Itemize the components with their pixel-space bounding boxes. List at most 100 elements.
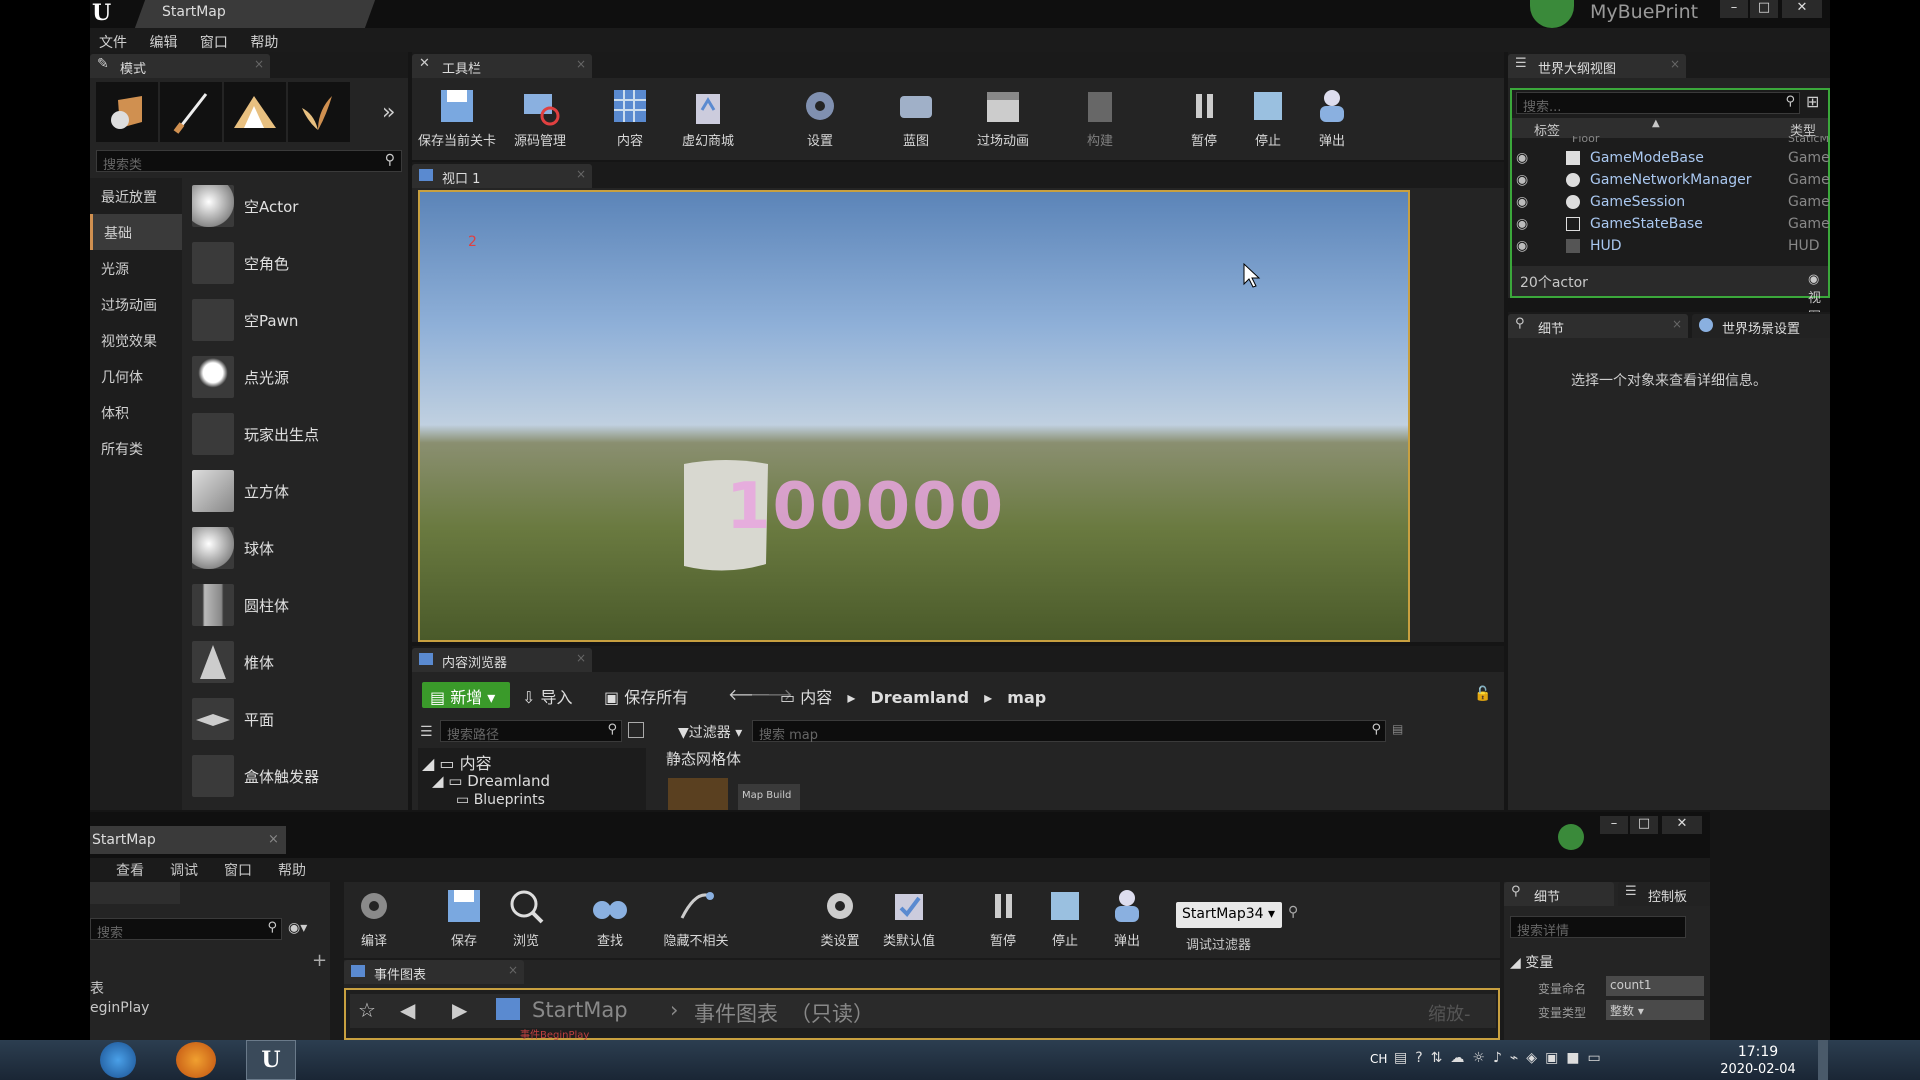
close-icon[interactable]: × bbox=[254, 57, 264, 71]
bp-left-item[interactable]: 表 bbox=[90, 978, 104, 998]
stop-button[interactable]: 停止 bbox=[1238, 86, 1298, 149]
bp-menu-window[interactable]: 窗口 bbox=[224, 860, 252, 880]
outliner-row[interactable]: ◉ GameNetworkManager GameNetworkM bbox=[1512, 170, 1830, 192]
category-cinematic[interactable]: 过场动画 bbox=[90, 286, 182, 322]
eye-icon[interactable]: ◉ bbox=[1516, 150, 1528, 166]
debug-object-select[interactable]: StartMap34 ▾ bbox=[1176, 902, 1282, 928]
close-icon[interactable]: × bbox=[576, 167, 586, 181]
breadcrumb-content[interactable]: 内容 bbox=[800, 688, 832, 707]
tray-icons[interactable]: ▤?⇅☁☼♪⌁◈▣■▭ bbox=[1394, 1050, 1609, 1066]
eye-icon[interactable]: ◉ bbox=[1516, 194, 1528, 210]
bp-search-input[interactable]: 搜索 ⚲ bbox=[90, 918, 282, 941]
maximize-button[interactable]: □ bbox=[1750, 0, 1778, 18]
settings-button[interactable]: 设置 bbox=[782, 86, 858, 149]
tree-item-content[interactable]: ◢ ▭ 内容 bbox=[422, 750, 492, 774]
event-graph-tab[interactable]: 事件图表 × bbox=[344, 960, 524, 984]
start-button[interactable] bbox=[100, 1042, 136, 1078]
close-icon[interactable]: × bbox=[576, 651, 586, 665]
marketplace-button[interactable]: 虚幻商城 bbox=[668, 86, 748, 149]
bp-menu-help[interactable]: 帮助 bbox=[278, 860, 306, 880]
toolbar-tab[interactable]: ✕ 工具栏 × bbox=[412, 54, 592, 78]
world-settings-tab[interactable]: 世界场景设置 × bbox=[1692, 314, 1830, 338]
tree-item-dreamland[interactable]: ◢ ▭ Dreamland bbox=[432, 772, 550, 790]
details-search-input[interactable]: 搜索详情 bbox=[1510, 916, 1686, 939]
filters-button[interactable]: ▼过滤器 ▾ bbox=[678, 722, 742, 742]
path-view-options-icon[interactable] bbox=[628, 722, 644, 738]
back-arrow-icon[interactable]: ◀ bbox=[400, 998, 415, 1022]
class-defaults-button[interactable]: 类默认值 bbox=[874, 886, 944, 949]
var-name-field[interactable]: count1 bbox=[1606, 976, 1704, 996]
source-control-icon[interactable] bbox=[1530, 0, 1574, 28]
asset-search-input[interactable]: 搜索 map ⚲ bbox=[752, 720, 1386, 743]
category-volumes[interactable]: 体积 bbox=[90, 394, 182, 430]
bp-left-tab[interactable] bbox=[90, 882, 180, 904]
foliage-mode-button[interactable] bbox=[288, 82, 350, 142]
bp-menu-debug[interactable]: 调试 bbox=[170, 860, 198, 880]
class-search-input[interactable]: 搜索类 ⚲ bbox=[96, 150, 402, 173]
close-button[interactable]: ✕ bbox=[1782, 0, 1822, 18]
taskbar-app-icon[interactable] bbox=[176, 1042, 216, 1078]
add-icon[interactable]: + bbox=[312, 950, 327, 971]
source-control-button[interactable]: 源码管理 bbox=[502, 86, 578, 149]
close-icon[interactable]: × bbox=[1672, 317, 1682, 331]
hide-unrelated-button[interactable]: 隐藏不相关 bbox=[654, 886, 738, 949]
class-settings-button[interactable]: 类设置 bbox=[810, 886, 870, 949]
save-level-button[interactable]: 保存当前关卡 bbox=[412, 86, 502, 149]
minimize-button[interactable]: – bbox=[1720, 0, 1748, 18]
content-browser-tab[interactable]: 内容浏览器 × bbox=[412, 648, 592, 672]
category-recent[interactable]: 最近放置 bbox=[90, 178, 182, 214]
eject-button[interactable]: 弹出 bbox=[1302, 86, 1362, 149]
sources-toggle-icon[interactable]: ☰ bbox=[420, 724, 433, 740]
close-icon[interactable]: × bbox=[1670, 57, 1680, 71]
close-icon[interactable]: × bbox=[268, 832, 279, 847]
source-control-icon[interactable] bbox=[1558, 824, 1584, 850]
paint-mode-button[interactable] bbox=[160, 82, 222, 142]
blueprints-button[interactable]: 蓝图 bbox=[878, 86, 954, 149]
graph-canvas[interactable]: ☆ ◀ ▶ StartMap › 事件图表 （只读） 缩放- 事件BeginPl… bbox=[344, 988, 1500, 1041]
add-new-button[interactable]: ▤ 新增 ▾ bbox=[422, 682, 510, 708]
modes-tab[interactable]: ✎ 模式 × bbox=[90, 54, 270, 78]
add-actor-icon[interactable]: ⊞ bbox=[1806, 92, 1819, 111]
bp-close-button[interactable]: ✕ bbox=[1662, 816, 1702, 834]
bp-stop-button[interactable]: 停止 bbox=[1042, 886, 1088, 949]
search-icon[interactable]: ⚲ bbox=[1288, 904, 1298, 920]
path-search-input[interactable]: 搜索路径 ⚲ bbox=[440, 720, 622, 743]
variables-section[interactable]: ◢ 变量 bbox=[1510, 952, 1553, 972]
forward-arrow-icon[interactable]: ▶ bbox=[452, 998, 467, 1022]
category-all-classes[interactable]: 所有类 bbox=[90, 430, 182, 466]
save-all-button[interactable]: ▣ 保存所有 bbox=[604, 684, 688, 708]
eye-icon[interactable]: ◉ bbox=[1516, 216, 1528, 232]
eye-icon[interactable]: ◉▾ bbox=[288, 920, 307, 936]
close-icon[interactable]: × bbox=[508, 963, 518, 977]
event-node-hint[interactable]: 事件BeginPlay bbox=[520, 1026, 589, 1041]
breadcrumb-map[interactable]: map bbox=[1007, 688, 1046, 707]
save-search-icon[interactable]: ▤ bbox=[1392, 722, 1403, 736]
pause-button[interactable]: 暂停 bbox=[1174, 86, 1234, 149]
tree-item-blueprints[interactable]: ▭ Blueprints bbox=[456, 792, 545, 808]
viewport-scene[interactable]: 2 100000 bbox=[418, 190, 1410, 642]
import-button[interactable]: ⇩ 导入 bbox=[522, 684, 573, 708]
details-tab[interactable]: ⚲ 细节 × bbox=[1508, 314, 1688, 338]
eye-icon[interactable]: ◉ bbox=[1516, 172, 1528, 188]
compile-button[interactable]: 编译 bbox=[344, 886, 404, 949]
viewport-tab[interactable]: 视口 1 × bbox=[412, 164, 592, 188]
build-button[interactable]: 构建 bbox=[1062, 86, 1138, 149]
breadcrumb-dreamland[interactable]: Dreamland bbox=[870, 688, 969, 707]
eye-icon[interactable]: ◉ bbox=[1516, 238, 1528, 254]
asset-map-build[interactable]: Map Build bbox=[738, 784, 800, 810]
bp-left-item[interactable]: eginPlay bbox=[90, 1000, 149, 1016]
star-icon[interactable]: ☆ bbox=[358, 998, 376, 1022]
outliner-row[interactable]: ◉ GameSession GameSession bbox=[1512, 192, 1830, 214]
outliner-row[interactable]: ◉ GameModeBase GameModeBase bbox=[1512, 148, 1830, 170]
category-visual-effects[interactable]: 视觉效果 bbox=[90, 322, 182, 358]
asset-thumbnail[interactable] bbox=[668, 778, 728, 810]
graph-breadcrumb-root[interactable]: StartMap bbox=[532, 998, 628, 1022]
outliner-tab[interactable]: ☰ 世界大纲视图 × bbox=[1508, 54, 1686, 78]
category-geometry[interactable]: 几何体 bbox=[90, 358, 182, 394]
content-button[interactable]: 内容 bbox=[592, 86, 668, 149]
language-indicator[interactable]: CH bbox=[1370, 1052, 1387, 1066]
bp-pause-button[interactable]: 暂停 bbox=[980, 886, 1026, 949]
var-type-select[interactable]: 整数 ▾ bbox=[1606, 1000, 1704, 1020]
lock-icon[interactable]: 🔓 bbox=[1474, 686, 1491, 702]
palette-tab[interactable]: ☰ 控制板 bbox=[1618, 882, 1710, 906]
